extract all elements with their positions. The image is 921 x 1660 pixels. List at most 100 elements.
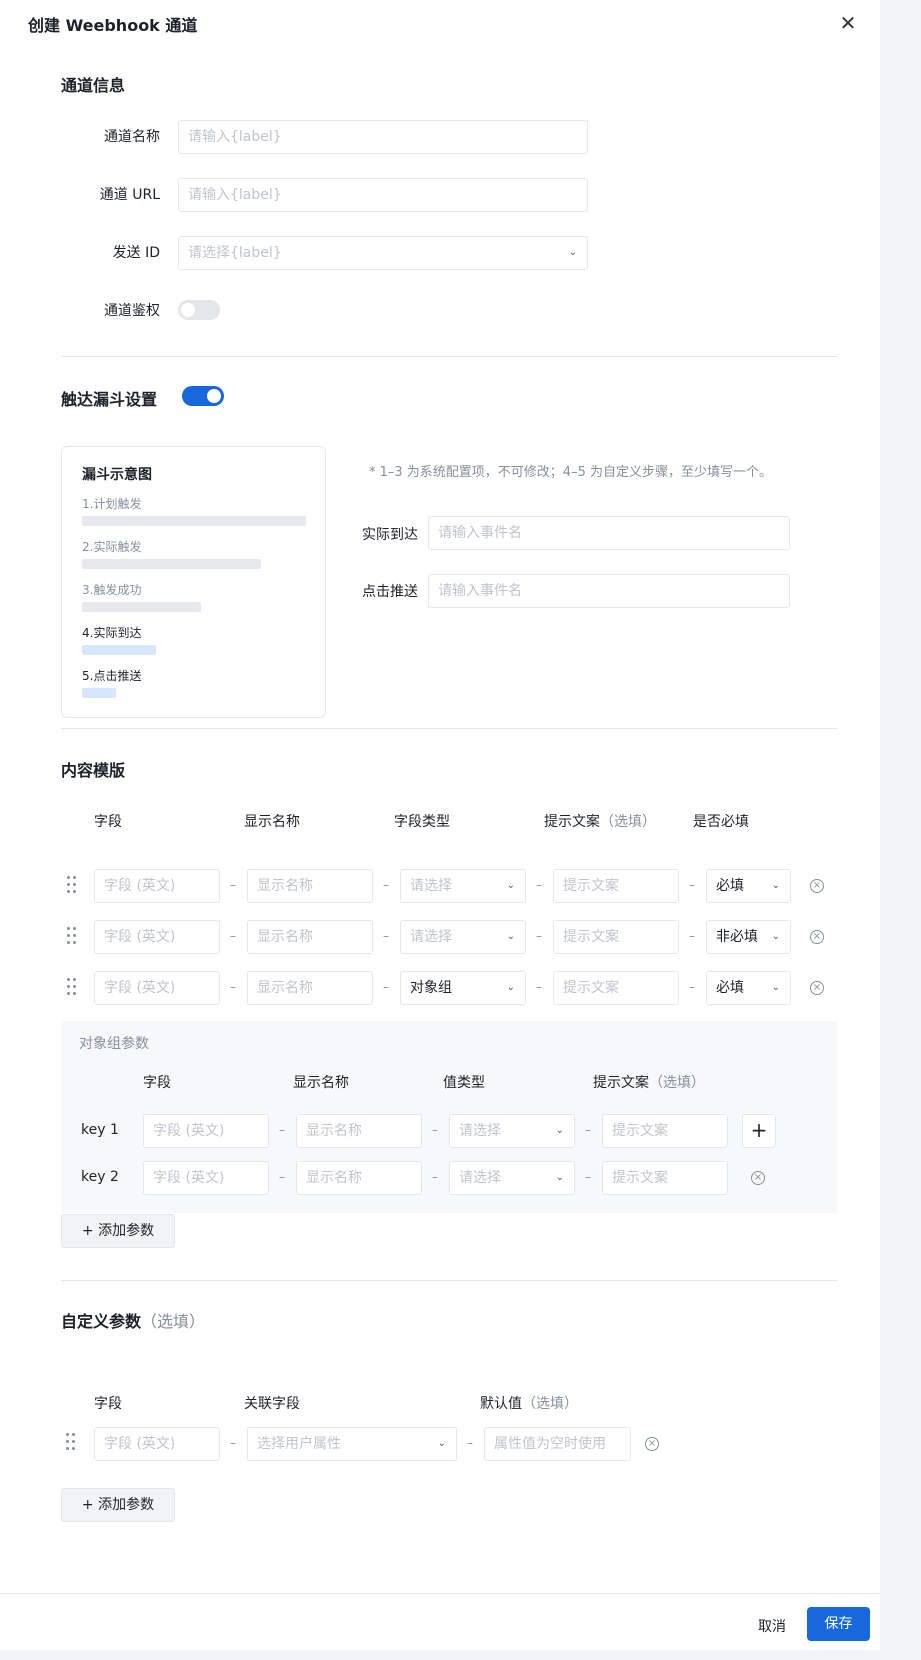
required-select[interactable]: 非必填 ⌄ [706,920,791,954]
add-param-label: 添加参数 [98,1223,155,1239]
chevron-down-icon: ⌄ [437,1438,446,1449]
separator-dash: – [467,1436,473,1450]
field-input-text: 字段 (英文) [104,980,176,996]
og-display-name-input[interactable]: 显示名称 [296,1161,422,1195]
og-display-name-input[interactable]: 显示名称 [296,1114,422,1148]
funnel-step-label: 2.实际触发 [82,540,142,554]
chevron-down-icon: ⌄ [771,931,780,942]
field-type-select[interactable]: 请选择 ⌄ [400,869,526,903]
separator-dash: – [585,1123,591,1137]
og-col-hint: 提示文案（选填） [593,1072,705,1092]
funnel-step-bar [82,602,201,612]
plus-icon: + [81,1223,99,1239]
funnel-step-label: 3.触发成功 [82,583,142,597]
channel-auth-label: 通道鉴权 [104,303,160,319]
display-name-input[interactable]: 显示名称 [247,869,373,903]
og-field-input[interactable]: 字段 (英文) [143,1114,269,1148]
remove-icon[interactable]: × [810,981,824,995]
og-value-type-select-text: 请选择 [459,1123,501,1139]
hint-input[interactable]: 提示文案 [553,869,679,903]
field-input[interactable]: 字段 (英文) [94,971,220,1005]
channel-name-label: 通道名称 [104,129,160,145]
display-name-input[interactable]: 显示名称 [247,971,373,1005]
actual-reach-input[interactable]: 请输入事件名 [428,516,790,550]
section-divider [61,356,838,357]
og-value-type-select[interactable]: 请选择 ⌄ [449,1114,575,1148]
col-display-name: 显示名称 [244,814,300,830]
drag-handle-icon[interactable] [67,978,79,998]
field-type-select[interactable]: 对象组 ⌄ [400,971,526,1005]
og-field-input[interactable]: 字段 (英文) [143,1161,269,1195]
footer-divider [0,1593,880,1594]
content-template-title: 内容模版 [61,761,126,780]
add-key-button[interactable]: + [742,1114,776,1148]
hint-input-text: 提示文案 [563,878,619,894]
funnel-note: * 1–3 为系统配置项，不可修改；4–5 为自定义步骤，至少填写一个。 [369,465,772,480]
funnel-settings-toggle[interactable] [182,386,224,406]
cp-linked-field-select[interactable]: 选择用户属性 ⌄ [247,1427,457,1461]
required-select-text: 必填 [716,878,744,894]
required-select-text: 非必填 [716,929,758,945]
remove-icon[interactable]: × [810,930,824,944]
cp-default-placeholder: 属性值为空时使用 [494,1436,606,1452]
drag-handle-icon[interactable] [67,876,79,896]
og-value-type-select[interactable]: 请选择 ⌄ [449,1161,575,1195]
og-row-key: key 2 [81,1169,119,1185]
remove-icon[interactable]: × [810,879,824,893]
hint-input[interactable]: 提示文案 [553,971,679,1005]
og-col-display-name: 显示名称 [293,1075,349,1091]
drag-handle-icon[interactable] [66,1433,78,1453]
separator-dash: – [230,929,236,943]
add-param-button[interactable]: + 添加参数 [61,1214,175,1248]
og-col-field: 字段 [143,1075,171,1091]
close-icon[interactable]: ✕ [838,13,858,33]
custom-params-optional: （选填） [141,1312,206,1331]
click-push-placeholder: 请输入事件名 [438,583,522,599]
og-hint-input[interactable]: 提示文案 [602,1161,728,1195]
custom-params-title: 自定义参数（选填） [61,1308,205,1332]
funnel-step-bar [82,688,116,698]
channel-name-placeholder: 请输入{label} [188,129,282,145]
funnel-step-label: 4.实际到达 [82,626,142,640]
display-name-input[interactable]: 显示名称 [247,920,373,954]
required-select[interactable]: 必填 ⌄ [706,869,791,903]
display-name-input-text: 显示名称 [257,929,313,945]
channel-name-input[interactable]: 请输入{label} [178,120,588,154]
add-custom-param-label: 添加参数 [98,1497,155,1513]
add-custom-param-button[interactable]: + 添加参数 [61,1488,175,1522]
separator-dash: – [279,1123,285,1137]
col-field: 字段 [94,814,122,830]
required-select[interactable]: 必填 ⌄ [706,971,791,1005]
toggle-knob [207,389,221,403]
save-button[interactable]: 保存 [807,1607,870,1641]
col-hint-label: 提示文案 [544,814,600,830]
remove-icon[interactable]: × [751,1171,765,1185]
send-id-select[interactable]: 请选择{label} ⌄ [178,236,588,270]
og-hint-input-text: 提示文案 [612,1123,668,1139]
chevron-down-icon: ⌄ [555,1125,564,1136]
channel-url-input[interactable]: 请输入{label} [178,178,588,212]
funnel-step-bar [82,559,261,569]
chevron-down-icon: ⌄ [506,880,515,891]
cp-field-input[interactable]: 字段 (英文) [94,1427,220,1461]
separator-dash: – [432,1170,438,1184]
remove-icon[interactable]: × [645,1437,659,1451]
og-hint-input[interactable]: 提示文案 [602,1114,728,1148]
separator-dash: – [383,980,389,994]
cancel-button[interactable]: 取消 [744,1610,800,1644]
channel-auth-toggle[interactable] [178,300,220,320]
funnel-step-label: 5.点击推送 [82,669,142,683]
actual-reach-label: 实际到达 [362,527,418,543]
drag-handle-icon[interactable] [67,927,79,947]
separator-dash: – [432,1123,438,1137]
hint-input[interactable]: 提示文案 [553,920,679,954]
cp-col-linked-field: 关联字段 [244,1396,300,1412]
field-type-select[interactable]: 请选择 ⌄ [400,920,526,954]
field-type-select-text: 请选择 [410,929,452,945]
field-input[interactable]: 字段 (英文) [94,869,220,903]
click-push-input[interactable]: 请输入事件名 [428,574,790,608]
cp-default-input[interactable]: 属性值为空时使用 [484,1427,631,1461]
funnel-step-bar [82,645,156,655]
cp-col-default-label: 默认值 [480,1396,522,1412]
field-input[interactable]: 字段 (英文) [94,920,220,954]
